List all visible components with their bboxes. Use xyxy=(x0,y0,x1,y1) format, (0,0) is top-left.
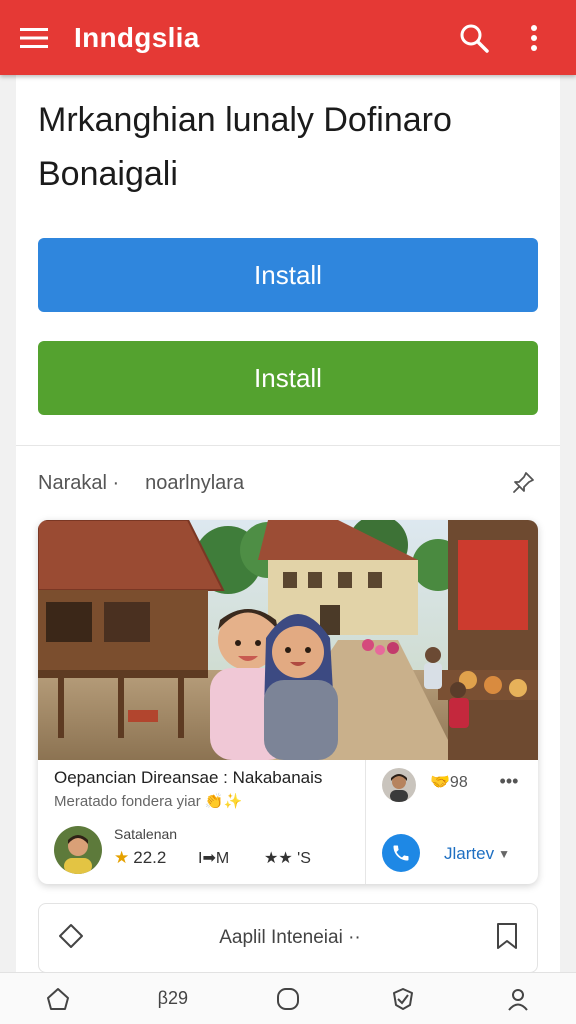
secondary-rating: ★★ 'S xyxy=(264,850,311,867)
author-avatar[interactable] xyxy=(382,768,416,802)
install-button-secondary[interactable]: Install xyxy=(38,341,538,415)
post-actions: 🤝98 ••• Jlartev ▼ xyxy=(366,760,538,884)
install-button-primary[interactable]: Install xyxy=(38,238,538,312)
village-scene-image xyxy=(38,520,538,760)
app-title: Inndgslia xyxy=(74,21,200,53)
nav-item-count[interactable]: β29 xyxy=(143,977,203,1021)
user-name: Satalenan xyxy=(114,826,178,842)
rating-value: 22.2 xyxy=(133,848,167,867)
chevron-down-icon: ▼ xyxy=(498,847,510,861)
main-content: Mrkanghian lunaly Dofinaro Bonaigali Ins… xyxy=(16,75,560,1024)
post-subtitle: Meratado fondera yiar 👏✨ xyxy=(54,792,242,810)
diamond-icon xyxy=(57,922,85,955)
status-dropdown[interactable]: Jlartev ▼ xyxy=(444,844,510,864)
bottom-navigation: β29 xyxy=(0,972,576,1024)
tab-narakal[interactable]: Narakal · xyxy=(38,472,119,495)
bookmark-icon[interactable] xyxy=(495,922,519,955)
more-horiz-icon[interactable]: ••• xyxy=(494,768,524,794)
avatar[interactable] xyxy=(54,826,102,874)
village-post-card[interactable]: Oepancian Direansae : Nakabanais Meratad… xyxy=(38,520,538,884)
likes-count[interactable]: 🤝98 xyxy=(430,772,468,792)
home-icon[interactable] xyxy=(28,977,88,1021)
app-row-label: Aaplil Inteneiai ·· xyxy=(219,927,361,948)
post-subtitle-text: Meratado fondera yiar xyxy=(54,793,201,810)
post-title[interactable]: Oepancian Direansae : Nakabanais xyxy=(54,768,322,788)
post-info: Oepancian Direansae : Nakabanais Meratad… xyxy=(38,760,538,884)
hamburger-menu-icon[interactable] xyxy=(20,19,58,57)
app-list-item[interactable]: Aaplil Inteneiai ·· xyxy=(38,903,538,973)
post-details: Oepancian Direansae : Nakabanais Meratad… xyxy=(38,760,366,884)
page-title: Mrkanghian lunaly Dofinaro Bonaigali xyxy=(38,101,452,193)
rating: ★ 22.2 xyxy=(114,848,166,868)
indicator-badge: I➡M xyxy=(198,850,230,867)
phone-icon[interactable] xyxy=(382,834,420,872)
tab-noarlnylara[interactable]: noarlnylara xyxy=(145,472,244,495)
person-icon[interactable] xyxy=(488,977,548,1021)
divider xyxy=(16,445,560,446)
star-icon: ★ xyxy=(114,848,130,867)
post-subtitle-emoji: 👏✨ xyxy=(204,793,243,810)
section-tabs: Narakal · noarlnylara xyxy=(38,465,538,501)
app-bar: Inndgslia xyxy=(0,0,576,75)
shield-check-icon[interactable] xyxy=(373,977,433,1021)
search-icon[interactable] xyxy=(452,16,496,60)
pin-icon[interactable] xyxy=(508,468,538,498)
circle-icon[interactable] xyxy=(258,977,318,1021)
status-label: Jlartev xyxy=(444,844,495,863)
more-vert-icon[interactable] xyxy=(512,16,556,60)
